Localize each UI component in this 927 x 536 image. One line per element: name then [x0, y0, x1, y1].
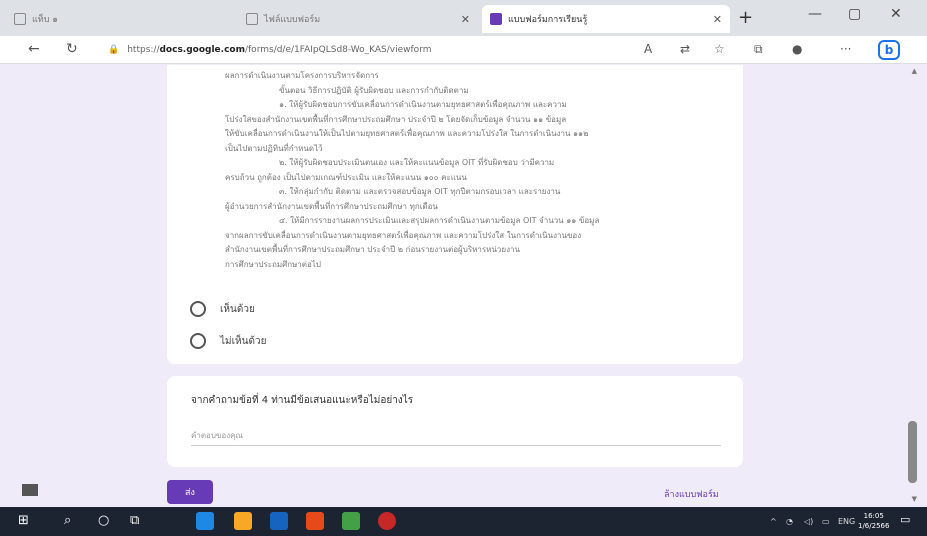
edge-browser-icon[interactable] [196, 512, 214, 530]
close-tab-icon[interactable]: ✕ [707, 13, 722, 26]
question-card-suggestion: จากคำถามข้อที่ 4 ท่านมีข้อเสนอแนะหรือไม่… [167, 376, 743, 467]
tab-favicon-icon [246, 13, 258, 25]
volume-icon[interactable]: ◁) [804, 517, 813, 526]
language-indicator[interactable]: ENG [838, 517, 855, 526]
browser-tab-strip: แท็บ ๑ ไฟล์แบบฟอร์ม ✕ แบบฟอร์มการเรียนรู… [0, 0, 927, 36]
description-line: ขั้นตอน วิธีการปฏิบัติ ผู้รับผิดชอบ และก… [279, 85, 469, 95]
line-app-icon[interactable] [342, 512, 360, 530]
option-label: ไม่เห็นด้วย [220, 335, 267, 347]
cortana-icon[interactable]: ○ [98, 513, 109, 528]
browser-toolbar: ← ↻ 🔒 https:// docs.google.com /forms/d/… [0, 36, 927, 64]
browser-tab-active[interactable]: แบบฟอร์มการเรียนรู้ ✕ [482, 5, 730, 33]
close-window-icon[interactable]: ✕ [890, 6, 902, 22]
description-line: สำนักงานเขตพื้นที่การศึกษาประถมศึกษา ประ… [225, 245, 520, 254]
url-domain: docs.google.com [159, 45, 245, 55]
google-forms-icon [490, 13, 502, 25]
tab-favicon-icon [14, 13, 26, 25]
minimize-icon[interactable]: — [808, 6, 822, 22]
tab-label: แบบฟอร์มการเรียนรู้ [508, 15, 588, 25]
description-line: ๔. ให้มีการรายงานผลการประเมินและสรุปผลกา… [279, 216, 600, 225]
form-page: ผลการดำเนินงานตามโครงการบริหารจัดการขั้น… [0, 65, 927, 507]
tab-label: ไฟล์แบบฟอร์ม [264, 15, 321, 25]
windows-taskbar: ⊞ ⌕ ○ ⧉ ^ ◔ ◁) ▭ ENG 16:05 1/6/2566 ▭ [0, 507, 927, 536]
question-description: ผลการดำเนินงานตามโครงการบริหารจัดการขั้น… [225, 69, 725, 272]
option-agree[interactable]: เห็นด้วย [190, 301, 255, 317]
answer-input[interactable]: คำตอบของคุณ [191, 429, 721, 446]
scroll-down-arrow-icon[interactable]: ▼ [912, 495, 917, 503]
scrollbar-thumb[interactable] [908, 421, 917, 483]
tray-chevron-icon[interactable]: ^ [770, 517, 777, 526]
description-line: เป็นไปตามปฏิทินที่กำหนดไว้ [225, 143, 323, 153]
collections-icon[interactable]: ⧉ [754, 42, 763, 57]
clock[interactable]: 16:05 1/6/2566 [858, 511, 889, 531]
notification-icon[interactable]: ▭ [900, 513, 910, 526]
profile-icon[interactable]: ● [792, 42, 802, 56]
scrollbar[interactable]: ▲ ▼ [908, 65, 917, 507]
browser-tab[interactable]: ไฟล์แบบฟอร์ม ✕ [238, 5, 478, 33]
app-icon[interactable] [378, 512, 396, 530]
description-line: ๓. ให้กลุ่มกำกับ ติดตาม และตรวจสอบข้อมูล… [279, 187, 561, 196]
scroll-up-arrow-icon[interactable]: ▲ [912, 67, 917, 75]
description-line: ให้ขับเคลื่อนการดำเนินงานให้เป็นไปตามยุท… [225, 129, 589, 138]
close-tab-icon[interactable]: ✕ [455, 13, 470, 26]
windows-start-icon[interactable]: ⊞ [18, 513, 29, 528]
word-icon[interactable] [270, 512, 288, 530]
description-line: ผู้อำนวยการสำนักงานเขตพื้นที่การศึกษาประ… [225, 201, 438, 211]
description-line: โปร่งใสของสำนักงานเขตพื้นที่การศึกษาประถ… [225, 114, 567, 124]
task-view-icon[interactable]: ⧉ [130, 513, 139, 528]
url-path: /forms/d/e/1FAIpQLSd8-Wo_KAS/viewform [244, 45, 432, 55]
question-title: จากคำถามข้อที่ 4 ท่านมีข้อเสนอแนะหรือไม่… [191, 395, 414, 406]
feedback-icon[interactable] [22, 484, 38, 496]
browser-tab[interactable]: แท็บ ๑ [6, 5, 156, 33]
clear-form-button[interactable]: ล้างแบบฟอร์ม [664, 487, 719, 501]
search-icon[interactable]: ⌕ [64, 513, 71, 528]
new-tab-icon[interactable]: + [738, 7, 753, 28]
clock-date: 1/6/2566 [858, 522, 890, 530]
network-icon[interactable]: ◔ [786, 517, 793, 526]
description-line: ๒. ให้ผู้รับผิดชอบประเมินตนเอง และให้คะแ… [279, 158, 555, 167]
keyboard-icon[interactable]: ▭ [822, 517, 830, 526]
url-prefix: https:// [127, 45, 160, 55]
translate-icon[interactable]: ⇄ [680, 42, 690, 56]
back-icon[interactable]: ← [28, 41, 40, 57]
clock-time: 16:05 [863, 512, 884, 520]
description-line: จากผลการขับเคลื่อนการดำเนินงานตามยุทธศาส… [225, 230, 582, 240]
maximize-icon[interactable]: ▢ [848, 6, 861, 22]
description-line: ผลการดำเนินงานตามโครงการบริหารจัดการ [225, 71, 379, 80]
question-card: ผลการดำเนินงานตามโครงการบริหารจัดการขั้น… [167, 65, 743, 364]
radio-button[interactable] [190, 301, 206, 317]
file-explorer-icon[interactable] [234, 512, 252, 530]
tab-label: แท็บ ๑ [32, 15, 59, 25]
read-aloud-icon[interactable]: A [644, 42, 652, 56]
option-label: เห็นด้วย [220, 303, 255, 315]
description-line: ๑. ให้ผู้รับผิดชอบการขับเคลื่อนการดำเนิน… [279, 100, 567, 109]
more-menu-icon[interactable]: ··· [840, 42, 851, 56]
favorite-star-icon[interactable]: ☆ [714, 42, 725, 56]
radio-button[interactable] [190, 333, 206, 349]
lock-icon: 🔒 [108, 45, 120, 55]
address-bar[interactable]: 🔒 https:// docs.google.com /forms/d/e/1F… [108, 39, 598, 61]
submit-button[interactable]: ส่ง [167, 480, 213, 504]
description-line: ครบถ้วน ถูกต้อง เป็นไปตามเกณฑ์ประเมิน แล… [225, 172, 467, 182]
powerpoint-icon[interactable] [306, 512, 324, 530]
refresh-icon[interactable]: ↻ [66, 41, 78, 57]
option-disagree[interactable]: ไม่เห็นด้วย [190, 333, 266, 349]
bing-icon[interactable]: b [878, 40, 900, 60]
description-line: การศึกษาประถมศึกษาต่อไป [225, 259, 321, 269]
